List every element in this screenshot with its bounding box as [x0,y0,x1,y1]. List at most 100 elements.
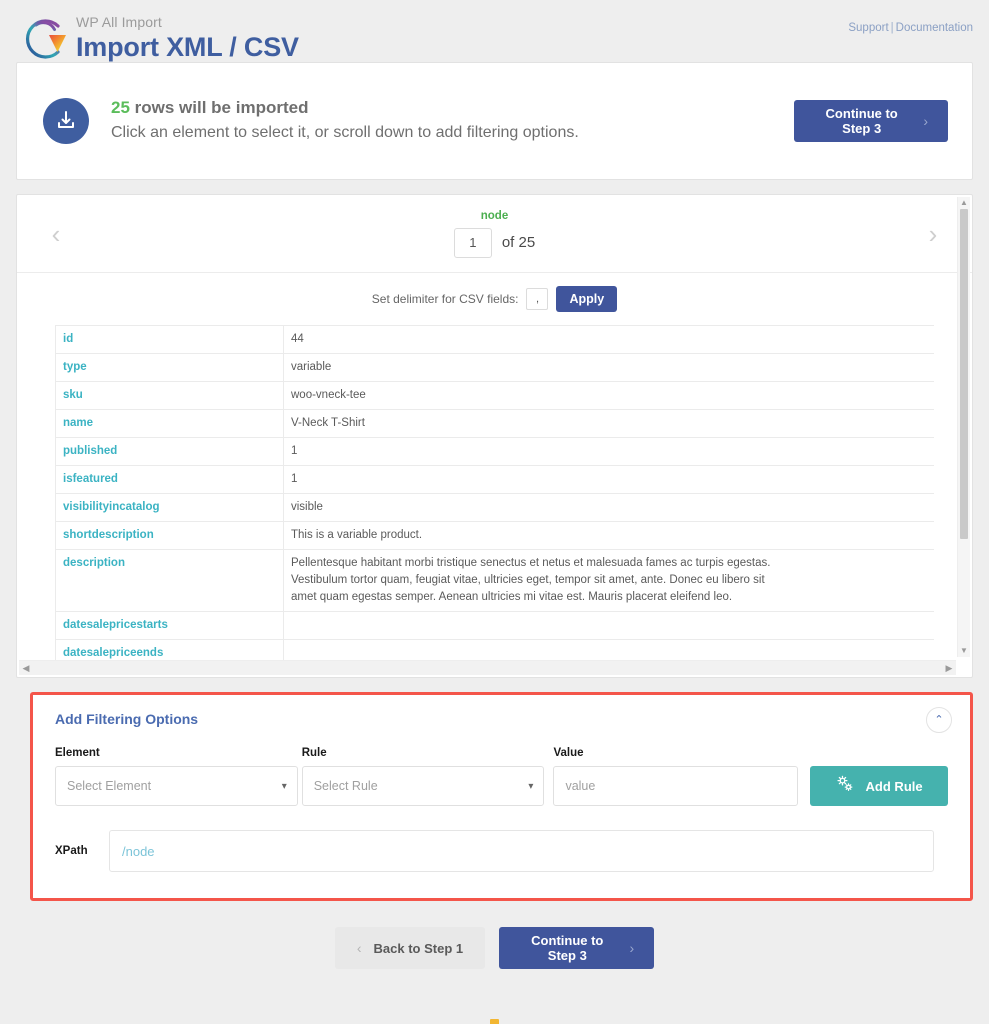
chevron-up-icon[interactable]: ⌃ [926,707,952,733]
table-row[interactable]: visibilityincatalog visible [55,493,934,522]
element-table-scroll[interactable]: id 44 type variable sku woo-vneck-tee name V-Ne… [55,325,934,663]
table-row[interactable]: isfeatured 1 [55,465,934,494]
element-value-cell[interactable]: 44 [283,325,934,354]
element-value-cell[interactable]: Pellentesque habitant morbi tristique se… [283,549,934,612]
element-value-cell[interactable]: visible [283,493,934,522]
table-row[interactable]: id 44 [55,325,934,354]
table-row[interactable]: type variable [55,353,934,382]
xpath-input[interactable] [109,830,934,872]
apply-delimiter-button[interactable]: Apply [556,286,618,312]
add-rule-button[interactable]: Add Rule [810,766,949,806]
element-value-cell[interactable]: 1 [283,437,934,466]
rule-select-value: Select Rule [313,779,378,793]
element-key-cell[interactable]: name [55,409,284,438]
horizontal-scroll-thumb[interactable] [33,664,913,673]
element-select[interactable]: Select Element ▾ [55,766,298,806]
element-value-cell[interactable] [283,611,934,640]
table-row[interactable]: published 1 [55,437,934,466]
app-kicker: WP All Import [76,14,162,30]
value-field-label: Value [553,747,584,759]
header-links: Support | Documentation [848,10,973,34]
bottom-notice-nub [490,1019,499,1024]
scroll-down-arrow-icon[interactable]: ▼ [958,645,970,657]
element-key-cell[interactable]: visibilityincatalog [55,493,284,522]
element-value-cell[interactable]: V-Neck T-Shirt [283,409,934,438]
link-separator: | [890,22,894,34]
element-value-cell[interactable]: This is a variable product. [283,521,934,550]
element-value-line: woo-vneck-tee [291,389,366,401]
scroll-right-arrow-icon[interactable]: ▶ [942,661,956,675]
rule-select[interactable]: Select Rule ▾ [301,766,545,806]
delimiter-input[interactable] [526,288,549,310]
back-button-label: Back to Step 1 [373,940,464,956]
element-value-line: visible [291,501,323,513]
node-name-label: node [480,209,509,222]
collapse-glyph: ⌃ [934,713,944,726]
element-value-cell[interactable]: 1 [283,465,934,494]
element-key-cell[interactable]: description [55,549,284,612]
value-input[interactable] [553,766,799,806]
back-to-step-1-button[interactable]: ‹ Back to Step 1 [334,927,486,969]
filtering-options-title: Add Filtering Options [55,711,199,727]
preview-vertical-scrollbar[interactable]: ▲ ▼ [957,197,970,657]
table-row[interactable]: sku woo-vneck-tee [55,381,934,410]
table-row[interactable]: shortdescription This is a variable produ… [55,521,934,550]
delimiter-label: Set delimiter for CSV fields: [371,292,519,306]
filter-fields-row: Element Select Element ▾ Rule Select Rul… [55,747,949,806]
element-value-line: 1 [291,473,298,485]
element-select-value: Select Element [67,779,152,793]
scroll-up-arrow-icon[interactable]: ▲ [958,197,970,209]
next-record-button[interactable]: › [916,221,950,247]
element-value-line: This is a variable product. [291,529,423,541]
element-key-cell[interactable]: published [55,437,284,466]
element-value-line: variable [291,361,332,373]
import-notice-panel: 25 rows will be imported Click an elemen… [16,62,973,180]
page-header: WP All Import Import XML / CSV Support | D… [0,0,989,62]
element-value-line: 1 [291,445,298,457]
record-navigation: ‹ node of 25 › [17,195,972,273]
record-counter: node of 25 [17,195,972,272]
previous-record-button[interactable]: ‹ [39,221,73,247]
element-value-line: V-Neck T-Shirt [291,417,365,429]
record-total-label: of 25 [501,234,536,251]
element-key-cell[interactable]: sku [55,381,284,410]
element-key-cell[interactable]: datesalepricestarts [55,611,284,640]
table-row[interactable]: name V-Neck T-Shirt [55,409,934,438]
vertical-scroll-thumb[interactable] [960,209,968,539]
chevron-down-icon: ▾ [528,780,534,792]
rows-count-suffix: rows will be imported [129,98,309,117]
element-key-cell[interactable]: type [55,353,284,382]
scroll-left-arrow-icon[interactable]: ◀ [19,661,33,675]
continue-button-label: Continue to Step 3 [825,106,898,136]
xpath-row: XPath [55,830,948,872]
filtering-options-highlight: Add Filtering Options ⌃ Element Select E… [30,692,973,901]
gears-icon [836,775,855,797]
footer-actions: ‹ Back to Step 1 Continue to Step 3 › [0,927,989,969]
element-preview-panel: ‹ node of 25 › Set delimiter for CSV fie… [16,194,973,678]
element-key-cell[interactable]: id [55,325,284,354]
element-value-line: Pellentesque habitant morbi tristique se… [291,557,771,569]
element-key-cell[interactable]: isfeatured [55,465,284,494]
element-value-cell[interactable]: woo-vneck-tee [283,381,934,410]
continue-to-step-3-top-button[interactable]: Continue to Step 3 › [794,100,948,142]
element-field: Element Select Element ▾ [55,747,298,806]
documentation-link[interactable]: Documentation [896,22,973,34]
chevron-right-icon: › [629,940,635,956]
support-link[interactable]: Support [848,22,888,34]
chevron-left-icon: ‹ [356,940,362,956]
continue-to-step-3-bottom-button[interactable]: Continue to Step 3 › [499,927,655,969]
rows-count: 25 [111,98,130,117]
element-table: id 44 type variable sku woo-vneck-tee name V-Ne… [55,325,934,663]
table-row[interactable]: datesalepricestarts [55,611,934,640]
element-value-cell[interactable]: variable [283,353,934,382]
element-key-cell[interactable]: shortdescription [55,521,284,550]
record-index-input[interactable] [453,227,492,258]
notice-text: 25 rows will be imported Click an elemen… [111,97,579,145]
xpath-label: XPath [55,845,88,857]
bottom-page-edge [0,1008,989,1024]
page-title: WP All Import Import XML / CSV [76,10,299,63]
preview-horizontal-scrollbar[interactable]: ◀ ▶ [19,660,956,675]
element-value-line [291,617,928,634]
table-row[interactable]: description Pellentesque habitant morbi t… [55,549,934,612]
import-download-icon [43,98,89,144]
